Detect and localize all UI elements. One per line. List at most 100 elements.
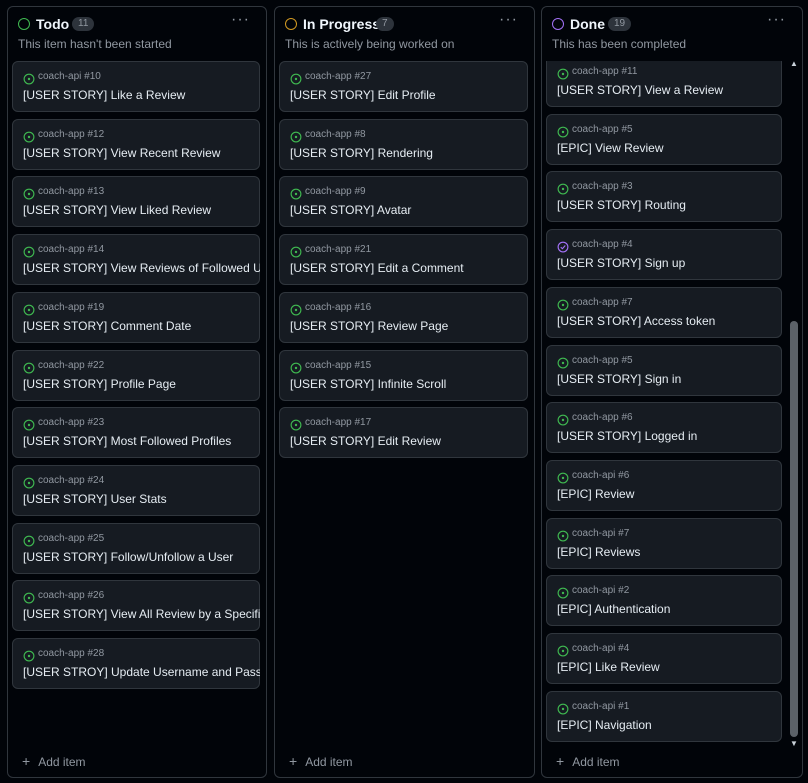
- issue-reference[interactable]: coach-app #12: [38, 129, 104, 140]
- issue-card[interactable]: coach-app #16 [USER STORY] Review Page: [279, 291, 528, 343]
- issue-reference[interactable]: coach-app #25: [38, 533, 104, 544]
- issue-title[interactable]: [USER STORY] Access token: [557, 314, 715, 328]
- issue-reference[interactable]: coach-app #7: [572, 297, 633, 308]
- issue-card[interactable]: coach-api #2 [EPIC] Authentication: [546, 575, 782, 627]
- issue-card[interactable]: coach-api #10 [USER STORY] Like a Review: [12, 61, 260, 112]
- issue-reference[interactable]: coach-app #9: [305, 186, 366, 197]
- issue-reference[interactable]: coach-app #26: [38, 590, 104, 601]
- issue-title[interactable]: [USER STORY] Like a Review: [23, 88, 185, 102]
- issue-title[interactable]: [USER STORY] Routing: [557, 198, 686, 212]
- issue-reference[interactable]: coach-api #2: [572, 585, 629, 596]
- scroll-thumb[interactable]: [790, 321, 798, 737]
- issue-reference[interactable]: coach-app #21: [305, 244, 371, 255]
- add-item-button[interactable]: + Add item: [22, 753, 86, 769]
- issue-card[interactable]: coach-app #12 [USER STORY] View Recent Re…: [12, 118, 260, 170]
- issue-reference[interactable]: coach-api #1: [572, 701, 629, 712]
- issue-reference[interactable]: coach-app #8: [305, 129, 366, 140]
- issue-reference[interactable]: coach-app #3: [572, 181, 633, 192]
- issue-card[interactable]: coach-app #24 [USER STORY] User Stats: [12, 464, 260, 516]
- add-item-button[interactable]: + Add item: [556, 753, 620, 769]
- issue-card[interactable]: coach-api #7 [EPIC] Reviews: [546, 517, 782, 569]
- issue-title[interactable]: [USER STORY] Follow/Unfollow a User: [23, 550, 233, 564]
- issue-card[interactable]: coach-app #8 [USER STORY] Rendering: [279, 118, 528, 170]
- issue-title[interactable]: [USER STORY] View Reviews of Followed Us…: [23, 261, 260, 275]
- issue-reference[interactable]: coach-api #6: [572, 470, 629, 481]
- issue-card[interactable]: coach-app #11 [USER STORY] View a Review: [546, 61, 782, 107]
- issue-card[interactable]: coach-api #4 [EPIC] Like Review: [546, 633, 782, 684]
- scroll-down-arrow-icon[interactable]: ▼: [788, 739, 800, 749]
- issue-reference[interactable]: coach-app #6: [572, 412, 633, 423]
- issue-title[interactable]: [USER STORY] Edit a Comment: [290, 261, 464, 275]
- issue-card[interactable]: coach-app #27 [USER STORY] Edit Profile: [279, 61, 528, 112]
- issue-title[interactable]: [USER STORY] Sign in: [557, 372, 681, 386]
- issue-reference[interactable]: coach-app #15: [305, 360, 371, 371]
- issue-card[interactable]: coach-app #28 [USER STROY] Update Usernam…: [12, 638, 260, 689]
- issue-reference[interactable]: coach-app #5: [572, 355, 633, 366]
- issue-card[interactable]: coach-app #4 [USER STORY] Sign up: [546, 229, 782, 281]
- issue-card[interactable]: coach-app #22 [USER STORY] Profile Page: [12, 349, 260, 401]
- issue-title[interactable]: [USER STROY] Update Username and Passwor…: [23, 665, 260, 679]
- issue-card[interactable]: coach-app #21 [USER STORY] Edit a Comment: [279, 234, 528, 286]
- issue-card[interactable]: coach-app #7 [USER STORY] Access token: [546, 286, 782, 338]
- issue-card[interactable]: coach-app #14 [USER STORY] View Reviews o…: [12, 234, 260, 286]
- issue-title[interactable]: [EPIC] Review: [557, 487, 634, 501]
- issue-title[interactable]: [USER STORY] View All Review by a Specif…: [23, 607, 260, 621]
- issue-title[interactable]: [EPIC] View Review: [557, 141, 663, 155]
- issue-card[interactable]: coach-app #3 [USER STORY] Routing: [546, 171, 782, 223]
- issue-title[interactable]: [USER STORY] View Liked Review: [23, 203, 211, 217]
- issue-title[interactable]: [USER STORY] Edit Profile: [290, 88, 436, 102]
- issue-title[interactable]: [EPIC] Like Review: [557, 660, 660, 674]
- issue-reference[interactable]: coach-app #5: [572, 124, 633, 135]
- issue-card[interactable]: coach-app #17 [USER STORY] Edit Review: [279, 407, 528, 459]
- issue-reference[interactable]: coach-api #10: [38, 71, 101, 82]
- column-more-options-icon[interactable]: ···: [767, 11, 786, 29]
- issue-card[interactable]: coach-api #1 [EPIC] Navigation: [546, 690, 782, 742]
- issue-title[interactable]: [USER STORY] Most Followed Profiles: [23, 434, 231, 448]
- issue-title[interactable]: [EPIC] Navigation: [557, 718, 652, 732]
- add-item-button[interactable]: + Add item: [289, 753, 353, 769]
- issue-reference[interactable]: coach-api #4: [572, 643, 629, 654]
- issue-reference[interactable]: coach-app #24: [38, 475, 104, 486]
- issue-title[interactable]: [USER STORY] Logged in: [557, 429, 697, 443]
- issue-title[interactable]: [USER STORY] User Stats: [23, 492, 167, 506]
- issue-reference[interactable]: coach-app #4: [572, 239, 633, 250]
- issue-card[interactable]: coach-app #13 [USER STORY] View Liked Rev…: [12, 176, 260, 228]
- issue-reference[interactable]: coach-app #19: [38, 302, 104, 313]
- issue-title[interactable]: [USER STORY] View a Review: [557, 83, 723, 97]
- issue-card[interactable]: coach-app #25 [USER STORY] Follow/Unfollo…: [12, 522, 260, 574]
- issue-card[interactable]: coach-app #26 [USER STORY] View All Revie…: [12, 580, 260, 632]
- issue-reference[interactable]: coach-app #17: [305, 417, 371, 428]
- issue-card[interactable]: coach-app #5 [USER STORY] Sign in: [546, 344, 782, 396]
- issue-title[interactable]: [USER STORY] Sign up: [557, 256, 685, 270]
- issue-card[interactable]: coach-app #15 [USER STORY] Infinite Scrol…: [279, 349, 528, 401]
- issue-card[interactable]: coach-app #9 [USER STORY] Avatar: [279, 176, 528, 228]
- column-more-options-icon[interactable]: ···: [499, 11, 518, 29]
- issue-reference[interactable]: coach-app #27: [305, 71, 371, 82]
- issue-title[interactable]: [USER STORY] Infinite Scroll: [290, 377, 446, 391]
- card-list[interactable]: coach-api #10 [USER STORY] Like a Review c…: [12, 61, 260, 743]
- issue-card[interactable]: coach-app #23 [USER STORY] Most Followed …: [12, 407, 260, 459]
- scroll-up-arrow-icon[interactable]: ▲: [788, 59, 800, 69]
- issue-card[interactable]: coach-app #6 [USER STORY] Logged in: [546, 402, 782, 454]
- column-more-options-icon[interactable]: ···: [231, 11, 250, 29]
- issue-title[interactable]: [EPIC] Authentication: [557, 602, 670, 616]
- issue-card[interactable]: coach-app #19 [USER STORY] Comment Date: [12, 291, 260, 343]
- card-list[interactable]: coach-app #11 [USER STORY] View a Review c…: [546, 61, 782, 743]
- issue-card[interactable]: coach-api #6 [EPIC] Review: [546, 459, 782, 511]
- issue-card[interactable]: coach-app #5 [EPIC] View Review: [546, 113, 782, 165]
- issue-reference[interactable]: coach-app #23: [38, 417, 104, 428]
- card-list-scrollbar[interactable]: ▲ ▼: [788, 59, 800, 749]
- issue-title[interactable]: [USER STORY] View Recent Review: [23, 146, 220, 160]
- issue-title[interactable]: [EPIC] Reviews: [557, 545, 640, 559]
- issue-title[interactable]: [USER STORY] Review Page: [290, 319, 448, 333]
- issue-reference[interactable]: coach-api #7: [572, 528, 629, 539]
- issue-title[interactable]: [USER STORY] Rendering: [290, 146, 433, 160]
- card-list[interactable]: coach-app #27 [USER STORY] Edit Profile co…: [279, 61, 528, 743]
- issue-title[interactable]: [USER STORY] Avatar: [290, 203, 411, 217]
- issue-reference[interactable]: coach-app #14: [38, 244, 104, 255]
- issue-reference[interactable]: coach-app #28: [38, 648, 104, 659]
- issue-reference[interactable]: coach-app #11: [572, 66, 637, 77]
- issue-reference[interactable]: coach-app #16: [305, 302, 371, 313]
- issue-title[interactable]: [USER STORY] Profile Page: [23, 377, 176, 391]
- issue-reference[interactable]: coach-app #13: [38, 186, 104, 197]
